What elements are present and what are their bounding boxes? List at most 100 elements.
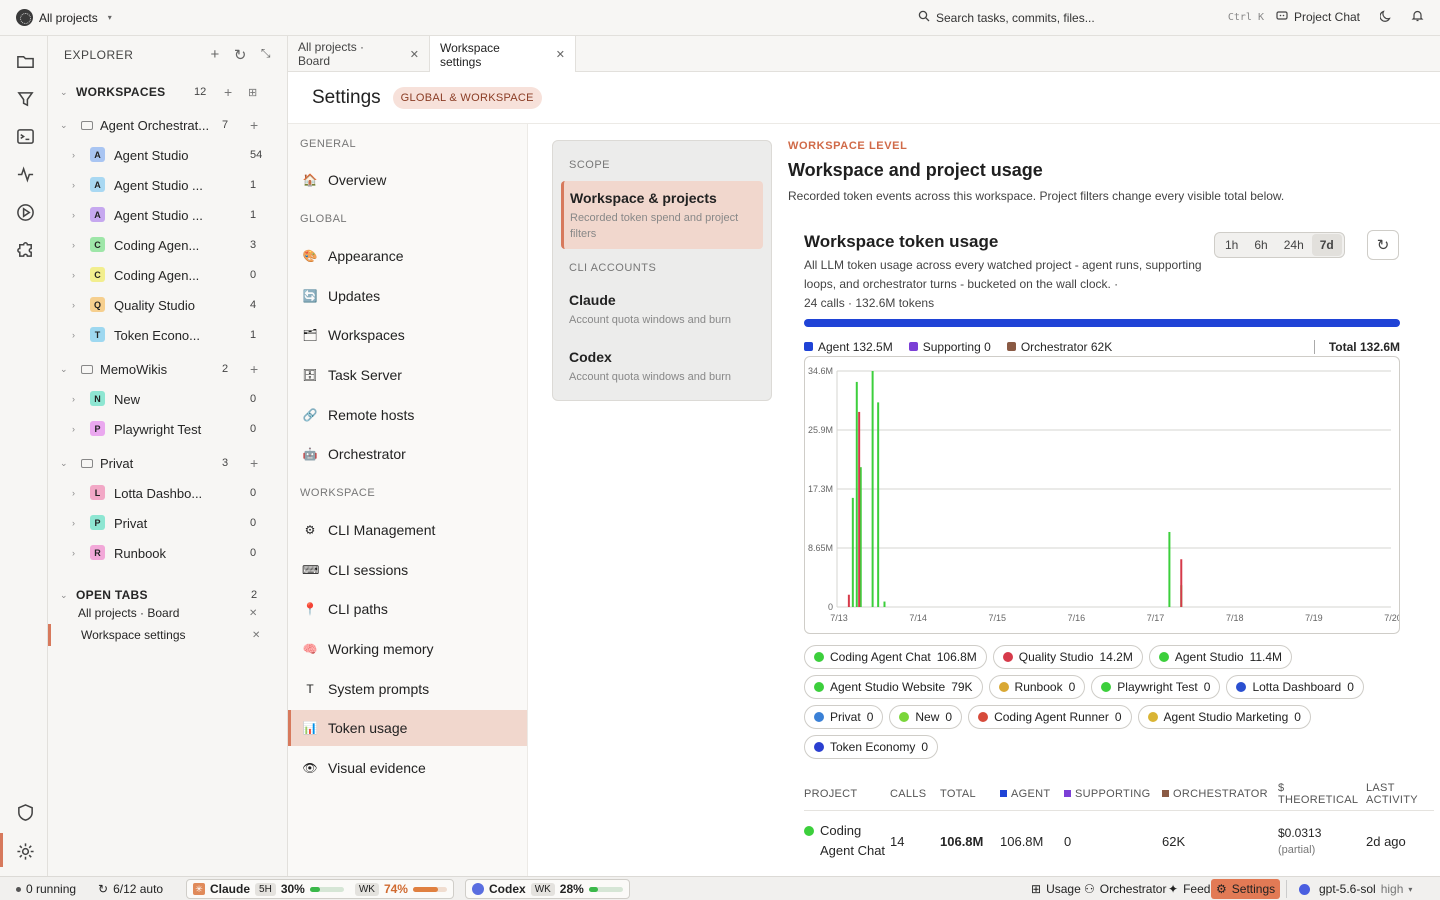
project-filter-pill[interactable]: Lotta Dashboard 0 <box>1226 675 1364 699</box>
activity-icon[interactable] <box>14 163 36 185</box>
tab-workspace-settings[interactable]: Workspace settings ✕ <box>430 36 576 73</box>
col-calls[interactable]: CALLS <box>890 788 940 800</box>
bell-icon[interactable] <box>1411 9 1424 25</box>
tab-all-projects-board[interactable]: All projects · Board ✕ <box>288 36 430 72</box>
project-filter-pill[interactable]: Agent Studio Website 79K <box>804 675 983 699</box>
project-item[interactable]: › T Token Econo... 1 <box>48 320 288 350</box>
range-1h[interactable]: 1h <box>1217 234 1246 256</box>
col-total[interactable]: TOTAL <box>940 788 1000 800</box>
col-agent[interactable]: AGENT <box>1000 788 1064 800</box>
project-filter-pill[interactable]: New 0 <box>889 705 963 729</box>
add-project-icon[interactable]: + <box>250 117 258 133</box>
refresh-button[interactable]: ↻ <box>1367 230 1399 260</box>
shield-icon[interactable] <box>14 801 36 823</box>
settings-nav-working-memory[interactable]: 🧠 Working memory <box>288 631 527 667</box>
project-item[interactable]: › A Agent Studio ... 1 <box>48 200 288 230</box>
open-tab-item[interactable]: Workspace settings ✕ <box>48 624 288 646</box>
settings-nav-visual-evidence[interactable]: 👁 Visual evidence <box>288 750 527 786</box>
global-search[interactable]: Search tasks, commits, files... <box>918 10 1095 25</box>
nav-icon: 🔄 <box>302 289 318 303</box>
close-icon[interactable]: ✕ <box>252 630 260 641</box>
project-filter-pill[interactable]: Runbook 0 <box>988 675 1086 699</box>
feed-link[interactable]: ✦ Feed <box>1168 880 1210 898</box>
model-selector[interactable]: gpt-5.6-sol high ▾ <box>1286 880 1412 898</box>
filter-icon[interactable] <box>14 88 36 110</box>
play-icon[interactable] <box>14 201 36 223</box>
project-item[interactable]: › P Playwright Test 0 <box>48 414 288 444</box>
settings-nav-task-server[interactable]: 🗄 Task Server <box>288 357 527 393</box>
close-icon[interactable]: ✕ <box>410 48 419 61</box>
open-tab-item[interactable]: All projects · Board ✕ <box>48 602 288 624</box>
project-filter-pill[interactable]: Playwright Test 0 <box>1091 675 1221 699</box>
puzzle-icon[interactable] <box>14 237 36 259</box>
project-item[interactable]: › R Runbook 0 <box>48 538 288 568</box>
project-item[interactable]: › P Privat 0 <box>48 508 288 538</box>
auto-status[interactable]: ↻ 6/12 auto <box>98 880 163 898</box>
project-item[interactable]: › Q Quality Studio 4 <box>48 290 288 320</box>
project-filter-pill[interactable]: Agent Studio Marketing 0 <box>1137 705 1311 729</box>
usage-link[interactable]: ⊞ Usage <box>1031 880 1081 898</box>
add-project-icon[interactable]: + <box>250 455 258 471</box>
col-last-activity[interactable]: LAST ACTIVITY <box>1366 782 1432 806</box>
col-project[interactable]: PROJECT <box>804 788 890 800</box>
collapse-icon[interactable]: ⤡ <box>261 46 271 64</box>
settings-nav-remote-hosts[interactable]: 🔗 Remote hosts <box>288 397 527 433</box>
project-item[interactable]: › C Coding Agen... 3 <box>48 230 288 260</box>
settings-nav-orchestrator[interactable]: 🤖 Orchestrator <box>288 436 527 472</box>
col-supporting[interactable]: SUPPORTING <box>1064 788 1162 800</box>
project-item[interactable]: › N New 0 <box>48 384 288 414</box>
refresh-icon[interactable]: ↻ <box>234 46 247 64</box>
project-filter-pill[interactable]: Token Economy 0 <box>804 735 939 759</box>
claude-quota[interactable]: ✳ Claude 5H 30% WK 74% <box>186 879 454 899</box>
settings-nav-system-prompts[interactable]: T System prompts <box>288 671 527 707</box>
scope-item-codex[interactable]: Codex Account quota windows and burn <box>569 349 759 385</box>
project-item[interactable]: › C Coding Agen... 0 <box>48 260 288 290</box>
scope-item-workspace-projects[interactable]: Workspace & projects Recorded token spen… <box>561 181 763 249</box>
add-workspace-icon[interactable]: + <box>224 84 232 100</box>
new-item-plus-icon[interactable]: + <box>211 46 220 64</box>
close-icon[interactable]: ✕ <box>249 608 257 619</box>
chart-bar <box>1168 531 1171 607</box>
add-project-icon[interactable]: + <box>250 361 258 377</box>
table-row[interactable]: Coding Agent Chat 14 106.8M 106.8M 0 62K… <box>804 811 1434 871</box>
scope-item-claude[interactable]: Claude Account quota windows and burn <box>569 292 759 328</box>
project-item[interactable]: › A Agent Studio ... 1 <box>48 170 288 200</box>
col-orchestrator[interactable]: ORCHESTRATOR <box>1162 788 1278 800</box>
workspace-group[interactable]: ⌄ Privat 3 + <box>48 448 288 478</box>
settings-nav-overview[interactable]: 🏠 Overview <box>288 162 527 198</box>
search-placeholder: Search tasks, commits, files... <box>936 10 1095 25</box>
gear-icon[interactable] <box>14 840 36 862</box>
project-filter-pill[interactable]: Coding Agent Runner 0 <box>968 705 1132 729</box>
settings-nav-appearance[interactable]: 🎨 Appearance <box>288 238 527 274</box>
settings-nav-workspaces[interactable]: 🗂 Workspaces <box>288 317 527 353</box>
orchestrator-link[interactable]: ⚇ Orchestrator <box>1084 880 1166 898</box>
settings-nav-token-usage[interactable]: 📊 Token usage <box>288 710 527 746</box>
settings-link[interactable]: ⚙ Settings <box>1211 879 1281 899</box>
terminal-icon[interactable] <box>14 125 36 147</box>
range-24h[interactable]: 24h <box>1276 234 1312 256</box>
close-icon[interactable]: ✕ <box>556 48 565 61</box>
workspace-group[interactable]: ⌄ Agent Orchestrat... 7 + <box>48 110 288 140</box>
settings-nav-updates[interactable]: 🔄 Updates <box>288 278 527 314</box>
folder-icon[interactable] <box>14 50 36 72</box>
range-7d[interactable]: 7d <box>1311 234 1342 256</box>
project-filter-pill[interactable]: Quality Studio 14.2M <box>992 645 1143 669</box>
project-chat-button[interactable]: Project Chat <box>1276 10 1360 25</box>
workspaces-section[interactable]: ⌄ WORKSPACES 12 + ⊞ <box>48 77 288 107</box>
project-filter-pill[interactable]: Coding Agent Chat 106.8M <box>804 645 987 669</box>
project-filter-pill[interactable]: Agent Studio 11.4M <box>1148 645 1293 669</box>
running-status[interactable]: 0 running <box>16 880 76 898</box>
settings-nav-cli-paths[interactable]: 📍 CLI paths <box>288 591 527 627</box>
settings-nav-cli-sessions[interactable]: ⌨ CLI sessions <box>288 552 527 588</box>
range-6h[interactable]: 6h <box>1246 234 1275 256</box>
project-switcher[interactable]: All projects ▾ <box>16 9 112 26</box>
project-filter-pill[interactable]: Privat 0 <box>804 705 884 729</box>
col-theoretical[interactable]: $ THEORETICAL <box>1278 782 1366 806</box>
theme-toggle-moon-icon[interactable] <box>1379 9 1393 25</box>
codex-quota[interactable]: Codex WK 28% <box>465 879 630 899</box>
project-item[interactable]: › A Agent Studio 54 <box>48 140 288 170</box>
settings-nav-cli-management[interactable]: ⚙ CLI Management <box>288 512 527 548</box>
project-item[interactable]: › L Lotta Dashbo... 0 <box>48 478 288 508</box>
workspace-group[interactable]: ⌄ MemoWikis 2 + <box>48 354 288 384</box>
grid-icon[interactable]: ⊞ <box>248 86 257 99</box>
